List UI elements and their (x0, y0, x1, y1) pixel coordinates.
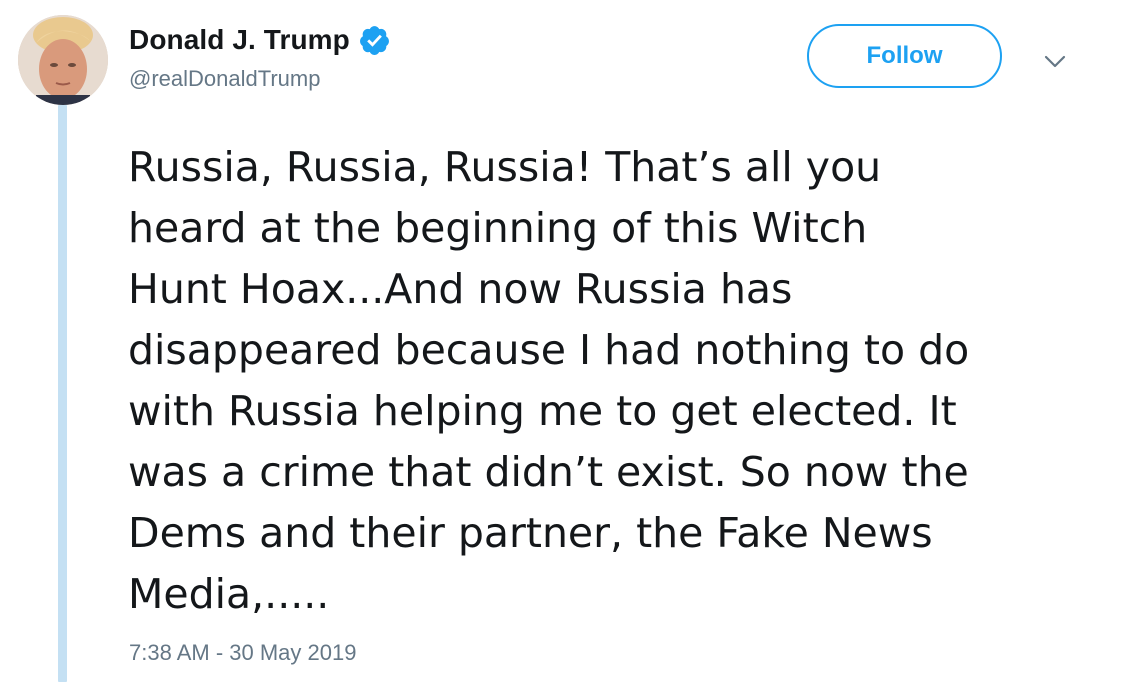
tweet-timestamp[interactable]: 7:38 AM - 30 May 2019 (129, 640, 356, 666)
author-handle[interactable]: @realDonaldTrump (129, 66, 320, 92)
profile-photo (18, 15, 108, 105)
tweet-text: Russia, Russia, Russia! That’s all you h… (128, 143, 970, 618)
avatar[interactable] (18, 15, 108, 105)
verified-badge-icon (358, 24, 391, 57)
author-name-row[interactable]: Donald J. Trump (129, 22, 391, 58)
follow-button[interactable]: Follow (807, 24, 1002, 88)
chevron-down-icon (1044, 55, 1066, 68)
thread-connector-line (58, 105, 67, 682)
author-display-name[interactable]: Donald J. Trump (129, 24, 350, 56)
tweet-menu-button[interactable] (1035, 44, 1075, 80)
tweet-card: Donald J. Trump @realDonaldTrump Follow … (0, 0, 1123, 682)
